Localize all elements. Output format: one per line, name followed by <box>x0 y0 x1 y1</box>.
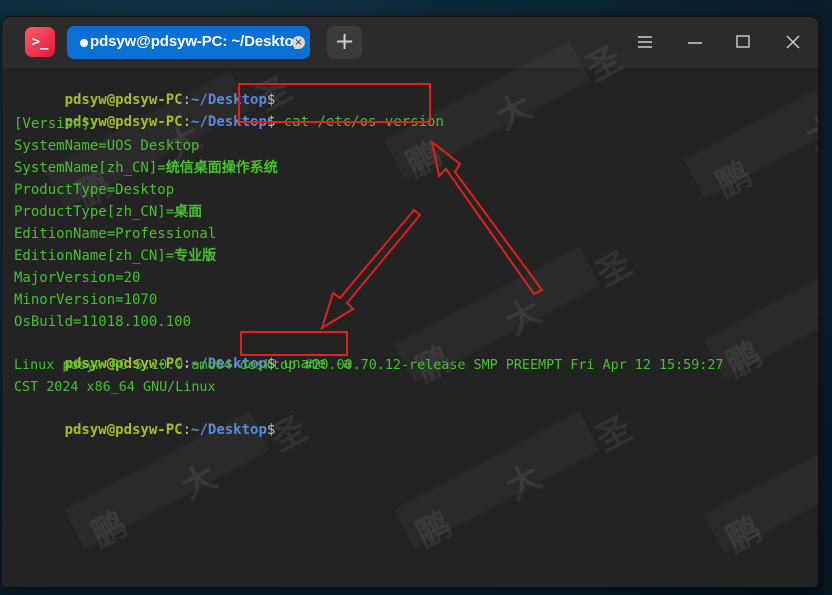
output-line: [Version] <box>14 116 90 132</box>
output-line: CST 2024 x86_64 GNU/Linux <box>14 380 216 395</box>
prompt-symbol: $ <box>266 422 276 438</box>
output-line: EditionName=Professional <box>14 226 217 242</box>
watermark-band <box>394 411 600 548</box>
new-tab-button[interactable]: + <box>327 26 362 59</box>
terminal-window: >_ pdsyw@pdsyw-PC: ~/Desktop × + 鹏 大 圣 鹏… <box>2 17 818 587</box>
annotation-box-uname <box>240 331 348 356</box>
tab-close-icon[interactable]: × <box>292 36 305 49</box>
watermark-text: 鹏 大 圣 <box>719 401 818 561</box>
prompt-line: pdsyw@pdsyw-PC:~/Desktop$ <box>14 400 276 438</box>
prompt-user: pdsyw@pdsyw-PC <box>64 422 183 438</box>
output-line: ProductType[zh_CN]=桌面 <box>14 202 202 222</box>
output-key: ProductType[zh_CN]= <box>14 204 175 220</box>
menu-icon[interactable] <box>634 31 656 53</box>
watermark-text: 鹏 大 圣 <box>719 226 818 386</box>
terminal-output-area[interactable]: 鹏 大 圣 鹏 大 圣 鹏 大 圣 鹏 大 圣 鹏 大 圣 鹏 大 圣 鹏 大 … <box>2 26 818 587</box>
close-icon[interactable] <box>782 31 804 53</box>
output-key: EditionName[zh_CN]= <box>14 248 175 264</box>
output-line: MajorVersion=20 <box>14 270 141 286</box>
output-line: SystemName[zh_CN]=统信桌面操作系统 <box>14 158 278 178</box>
output-line: SystemName=UOS Desktop <box>14 138 200 154</box>
prompt-separator: : <box>182 114 192 130</box>
output-line: Linux pdsyw-PC 5.10.0-amd64-desktop #20.… <box>14 358 724 373</box>
output-value: 桌面 <box>174 204 203 220</box>
prompt-line: pdsyw@pdsyw-PC:~/Desktop$ <box>14 70 276 108</box>
watermark-band <box>704 416 818 553</box>
annotation-box-os-version <box>238 83 431 123</box>
prompt-path: ~/Desktop <box>191 422 267 438</box>
output-line: OsBuild=11018.100.100 <box>14 314 192 330</box>
title-bar: >_ pdsyw@pdsyw-PC: ~/Desktop × + <box>2 17 818 68</box>
output-line: MinorVersion=1070 <box>14 292 158 308</box>
maximize-icon[interactable] <box>732 31 754 53</box>
watermark-band <box>684 61 818 198</box>
watermark-text: 鹏 大 圣 <box>409 395 664 556</box>
prompt-separator: : <box>182 422 192 438</box>
terminal-app-icon[interactable]: >_ <box>25 27 55 57</box>
tab-desktop[interactable]: pdsyw@pdsyw-PC: ~/Desktop × <box>67 26 310 59</box>
output-value: 专业版 <box>174 248 217 264</box>
tab-title: pdsyw@pdsyw-PC: ~/Desktop <box>90 33 303 50</box>
minimize-icon[interactable] <box>684 31 706 53</box>
output-line: ProductType=Desktop <box>14 182 175 198</box>
tab-active-dot-icon <box>80 39 88 47</box>
output-line: EditionName[zh_CN]=专业版 <box>14 246 216 266</box>
output-key: SystemName[zh_CN]= <box>14 160 166 176</box>
output-value: 统信桌面操作系统 <box>165 160 278 176</box>
